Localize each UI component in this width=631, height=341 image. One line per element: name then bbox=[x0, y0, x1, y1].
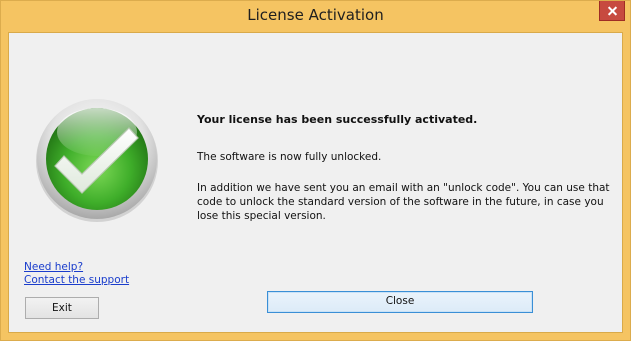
unlock-code-paragraph: In addition we have sent you an email wi… bbox=[197, 182, 610, 222]
license-activation-window: License Activation Your license has been… bbox=[0, 0, 631, 341]
exit-button[interactable]: Exit bbox=[25, 297, 99, 319]
green-checkmark-icon bbox=[34, 96, 160, 222]
window-close-icon[interactable] bbox=[599, 1, 625, 21]
message-area: Your license has been successfully activ… bbox=[197, 113, 617, 222]
contact-support-link[interactable]: Contact the support bbox=[24, 274, 129, 287]
title-bar[interactable]: License Activation bbox=[1, 1, 630, 32]
success-headline: Your license has been successfully activ… bbox=[197, 113, 478, 126]
unlocked-message: The software is now fully unlocked. bbox=[197, 151, 382, 163]
dialog-body: Your license has been successfully activ… bbox=[8, 32, 623, 333]
window-title: License Activation bbox=[247, 6, 384, 24]
help-links: Need help? Contact the support bbox=[24, 261, 129, 287]
close-button[interactable]: Close bbox=[267, 291, 533, 313]
need-help-link[interactable]: Need help? bbox=[24, 261, 129, 274]
